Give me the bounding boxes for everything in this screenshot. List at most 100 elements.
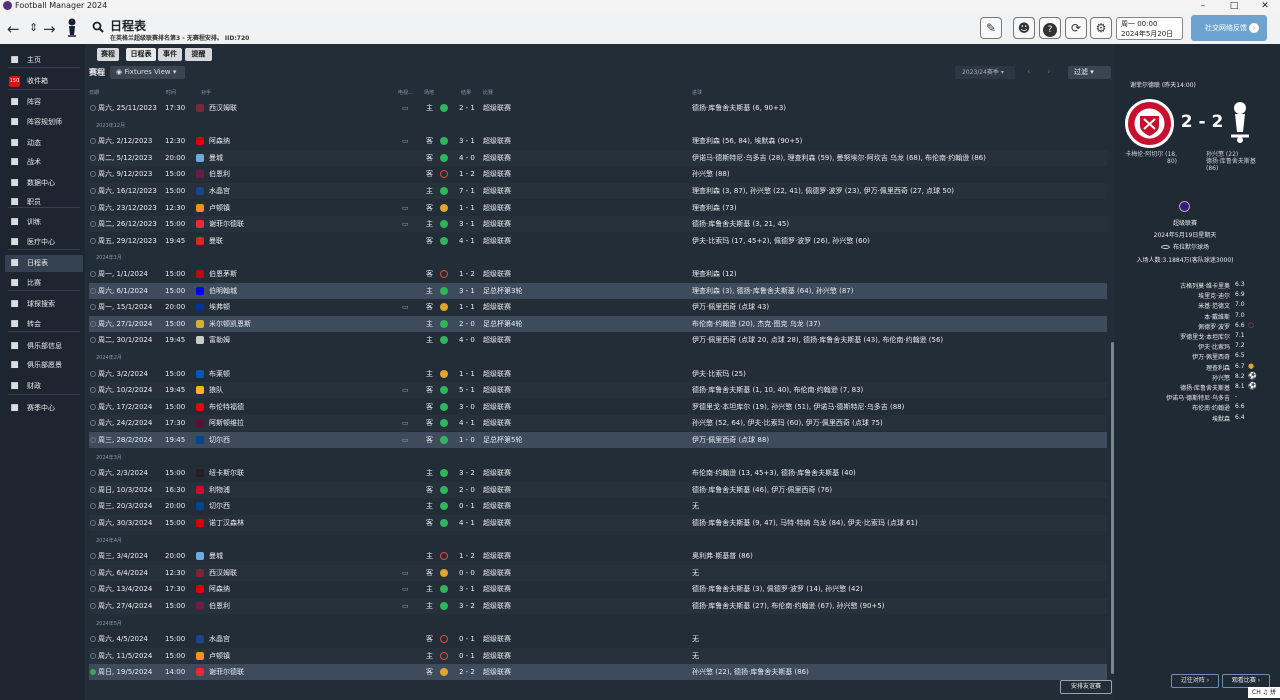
col-date[interactable]: 日期 bbox=[89, 89, 99, 96]
sidebar-item[interactable]: ■ 训练 bbox=[5, 214, 83, 231]
fixture-row[interactable]: 周六, 6/4/2024 12:30 西汉姆联 ▭ 客 0 - 0 超级联赛 无 bbox=[89, 564, 1107, 581]
fixture-row[interactable]: 周六, 30/3/2024 15:00 诺丁汉森林 客 4 - 1 超级联赛 德扬·库鲁舍夫… bbox=[89, 515, 1107, 531]
fixture-row[interactable]: 周六, 9/12/2023 15:00 伯恩利 客 1 - 2 超级联赛 孙兴慜 (88) bbox=[89, 166, 1107, 182]
fixture-row[interactable]: 周六, 3/2/2024 15:00 布莱顿 主 1 - 1 超级联赛 伊夫·比索玛 (25… bbox=[89, 366, 1107, 382]
arrange-friendly-button[interactable]: 安排友谊赛 bbox=[1060, 680, 1112, 694]
fixture-row[interactable]: 周六, 23/12/2023 12:30 卢顿镇 ▭ 客 1 - 1 超级联赛 理查利森 (7… bbox=[89, 200, 1107, 216]
settings-button[interactable]: ⚙ bbox=[1090, 17, 1112, 39]
watch-match-button[interactable]: 观看比赛 › bbox=[1222, 674, 1270, 688]
fixture-row[interactable]: 周三, 3/4/2024 20:00 曼城 主 1 - 2 超级联赛 奥利弗·斯基普 (86… bbox=[89, 548, 1107, 564]
fixture-scorers: 无 bbox=[692, 568, 699, 577]
sidebar-item[interactable]: ■ 动态 bbox=[5, 135, 83, 152]
col-venue[interactable]: 场地 bbox=[424, 89, 434, 96]
fixture-row[interactable]: 周六, 2/3/2024 15:00 纽卡斯尔联 主 3 - 2 超级联赛 布伦南·约翰逊 … bbox=[89, 465, 1107, 481]
col-competition[interactable]: 比赛 bbox=[483, 89, 493, 96]
club-crest-icon[interactable] bbox=[66, 18, 78, 38]
app-logo-icon bbox=[3, 1, 12, 10]
trophy-icon: ■ bbox=[10, 278, 19, 288]
fixture-row[interactable]: 周一, 1/1/2024 15:00 伯恩茅斯 客 1 - 2 超级联赛 理查利森 (12) bbox=[89, 266, 1107, 282]
arrow-right-icon: › bbox=[1249, 23, 1259, 33]
col-tv[interactable]: 电视... bbox=[398, 89, 413, 96]
gear-icon: ⚙ bbox=[1095, 21, 1107, 35]
status-circle-icon bbox=[90, 171, 96, 178]
search-icon[interactable] bbox=[92, 21, 104, 33]
fixture-row[interactable]: 周六, 27/4/2024 15:00 伯恩利 ▭ 主 3 - 2 超级联赛 德扬·库鲁舍夫斯… bbox=[89, 598, 1107, 614]
sidebar-item[interactable]: ■ 阵容 bbox=[5, 94, 83, 111]
fixture-row[interactable]: 周六, 25/11/2023 17:30 西汉姆联 ▭ 主 2 - 1 超级联赛 德扬·库鲁舍… bbox=[89, 100, 1107, 116]
input-method-indicator[interactable]: CH ♫ 拼 bbox=[1248, 687, 1280, 698]
fixture-row[interactable]: 周日, 10/3/2024 16:30 利物浦 客 2 - 0 超级联赛 德扬·库鲁舍夫斯基… bbox=[89, 481, 1107, 498]
fixture-row[interactable]: 周六, 2/12/2023 12:30 阿森纳 ▭ 客 3 - 1 超级联赛 理查利森 (56… bbox=[89, 133, 1107, 149]
sidebar-item[interactable]: ■ 日程表 bbox=[5, 255, 83, 272]
sidebar-item[interactable]: ■ 数据中心 bbox=[5, 175, 83, 192]
sidebar-item[interactable]: ■ 转会 bbox=[5, 316, 83, 333]
result-indicator-icon bbox=[440, 419, 448, 428]
fixture-row[interactable]: 周六, 10/2/2024 19:45 狼队 ▭ 客 5 - 1 超级联赛 德扬·库鲁舍夫斯基… bbox=[89, 382, 1107, 399]
date-display[interactable]: 周一 00:00 2024年5月20日 bbox=[1116, 17, 1183, 40]
fixture-row[interactable]: 周六, 27/1/2024 15:00 米尔顿凯恩斯 主 2 - 0 足总杯第4轮 布伦南·… bbox=[89, 315, 1107, 332]
sidebar-item[interactable]: ■ 球探搜索 bbox=[5, 296, 83, 313]
sidebar-item[interactable]: ■ 主页 bbox=[5, 52, 83, 69]
sidebar-item[interactable]: 150 收件箱 bbox=[5, 73, 83, 90]
prev-season-icon[interactable]: ‹ bbox=[1027, 67, 1031, 77]
fixture-row[interactable]: 周六, 13/4/2024 17:30 阿森纳 ▭ 主 3 - 1 超级联赛 德扬·库鲁舍夫斯… bbox=[89, 581, 1107, 597]
sidebar-item[interactable]: ■ 比赛 bbox=[5, 275, 83, 292]
fixture-score: 4 - 1 bbox=[459, 236, 475, 245]
up-down-icon[interactable]: ⇕ bbox=[29, 21, 38, 34]
back-icon[interactable]: ← bbox=[7, 20, 20, 38]
sidebar-item[interactable]: ■ 财政 bbox=[5, 378, 83, 395]
fixture-row[interactable]: 周二, 26/12/2023 15:00 谢菲尔德联 ▭ 主 3 - 1 超级联赛 德扬·库鲁… bbox=[89, 216, 1107, 233]
player-name: 理查利森 bbox=[1205, 364, 1230, 372]
fixture-opponent: 卢顿镇 bbox=[209, 651, 230, 660]
fixture-row[interactable]: 周六, 4/5/2024 15:00 水晶宫 客 0 - 1 超级联赛 无 bbox=[89, 631, 1107, 647]
minimize-icon[interactable]: – bbox=[1188, 0, 1218, 12]
fixture-row[interactable]: 周六, 11/5/2024 15:00 卢顿镇 主 0 - 1 超级联赛 无 bbox=[89, 647, 1107, 664]
fixture-row[interactable]: 周一, 15/1/2024 20:00 埃弗顿 ▭ 客 1 - 1 超级联赛 伊万·佩里西奇 … bbox=[89, 299, 1107, 315]
close-icon[interactable]: ✕ bbox=[1250, 0, 1280, 12]
fixture-row[interactable]: 周日, 19/5/2024 14:00 谢菲尔德联 客 2 - 2 超级联赛 孙兴慜 (22… bbox=[89, 664, 1107, 681]
sidebar-item[interactable]: ■ 赛季中心 bbox=[5, 400, 83, 417]
refresh-button[interactable]: ⟳ bbox=[1065, 17, 1087, 39]
maximize-icon[interactable]: □ bbox=[1219, 0, 1249, 12]
help-button[interactable]: ? bbox=[1039, 17, 1061, 39]
team-crest-icon bbox=[196, 668, 204, 677]
scrollbar[interactable] bbox=[1111, 342, 1114, 674]
sidebar-item[interactable]: ■ 阵容规划师 bbox=[5, 114, 83, 131]
fixture-row[interactable]: 周六, 6/1/2024 15:00 伯明翰城 主 3 - 1 足总杯第3轮 理查利森 (3… bbox=[89, 282, 1107, 299]
col-result[interactable]: 结果 bbox=[461, 89, 471, 96]
fixture-row[interactable]: 周二, 5/12/2023 20:00 曼城 客 4 - 0 超级联赛 伊诺马·德斯特尼·乌… bbox=[89, 149, 1107, 166]
filter-button[interactable]: 过滤 ▾ bbox=[1068, 66, 1111, 79]
sidebar-item[interactable]: ■ 俱乐部信息 bbox=[5, 338, 83, 355]
tab-4[interactable]: 提醒 bbox=[185, 48, 212, 61]
edit-button[interactable]: ✎ bbox=[980, 17, 1002, 39]
fixture-row[interactable]: 周二, 30/1/2024 19:45 富勒姆 主 4 - 0 超级联赛 伊万·佩里西奇 (… bbox=[89, 332, 1107, 348]
sidebar-item[interactable]: ■ 战术 bbox=[5, 154, 83, 171]
previous-meetings-button[interactable]: 过往对阵 › bbox=[1171, 674, 1219, 688]
col-opponent[interactable]: 对手 bbox=[201, 89, 211, 96]
fixture-row[interactable]: 周六, 24/2/2024 17:30 阿斯顿维拉 ▭ 客 4 - 1 超级联赛 孙兴慜 (5… bbox=[89, 415, 1107, 432]
tab-1[interactable]: 赛程 bbox=[97, 48, 119, 61]
fixture-venue: 主 bbox=[426, 336, 433, 345]
fixture-row[interactable]: 周三, 28/2/2024 19:45 切尔西 ▭ 客 1 - 0 足总杯第5轮 伊万·佩里西… bbox=[89, 432, 1107, 448]
fixture-row[interactable]: 周六, 17/2/2024 15:00 布伦特福德 客 3 - 0 超级联赛 罗德里戈·本坦… bbox=[89, 399, 1107, 415]
season-dropdown[interactable]: 2023/24赛季 ▾ bbox=[955, 66, 1015, 79]
sidebar-item[interactable]: ■ 医疗中心 bbox=[5, 234, 83, 251]
next-season-icon[interactable]: › bbox=[1047, 67, 1051, 77]
chat-button[interactable]: ☻ bbox=[1013, 17, 1035, 39]
tab-3[interactable]: 事件 bbox=[158, 48, 182, 61]
fixture-date: 周二, 5/12/2023 bbox=[98, 153, 153, 162]
fixture-score: 2 - 2 bbox=[459, 668, 475, 677]
stadium-icon bbox=[1160, 245, 1170, 249]
sidebar-item[interactable]: ■ 职员 bbox=[5, 194, 83, 211]
sidebar-item[interactable]: ■ 俱乐部愿景 bbox=[5, 357, 83, 374]
fixture-row[interactable]: 周六, 16/12/2023 15:00 水晶宫 主 7 - 1 超级联赛 理查利森 (3,… bbox=[89, 183, 1107, 199]
fixture-row[interactable]: 周三, 20/3/2024 20:00 切尔西 主 0 - 1 超级联赛 无 bbox=[89, 498, 1107, 514]
col-time[interactable]: 时间 bbox=[166, 89, 176, 96]
fixtures-view-dropdown[interactable]: ◉ Fixtures View ▾ bbox=[110, 66, 185, 79]
tab-2[interactable]: 日程表 bbox=[126, 48, 156, 61]
social-feedback-button[interactable]: 社交网络反馈 › bbox=[1191, 15, 1267, 41]
fixture-score: 1 - 0 bbox=[459, 436, 475, 444]
fixture-row[interactable]: 周五, 29/12/2023 19:45 曼联 客 4 - 1 超级联赛 伊夫·比索玛 (1… bbox=[89, 233, 1107, 249]
col-scorers[interactable]: 进球 bbox=[692, 89, 702, 96]
forward-icon[interactable]: → bbox=[43, 20, 56, 38]
